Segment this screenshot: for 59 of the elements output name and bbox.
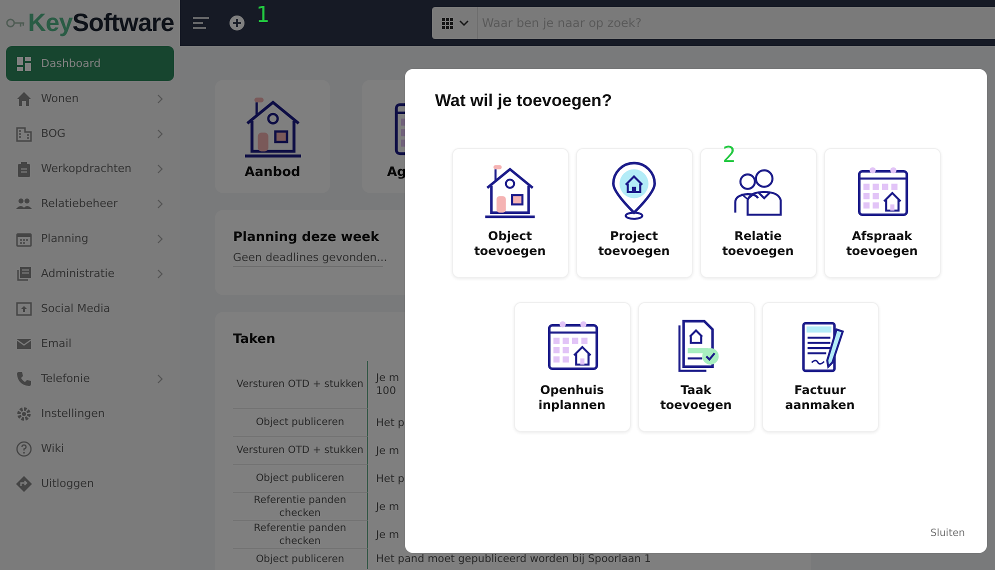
sidebar-item[interactable]: Social Media [6,291,174,326]
option-tile[interactable]: Factuur aanmaken [762,302,878,432]
option-tile[interactable]: Project toevoegen [576,148,692,278]
logout-icon [16,476,32,492]
description-cell-text: Je m [374,528,400,542]
building-icon [16,126,32,142]
shortcut-card[interactable]: Aanbod [215,80,330,193]
description-cell-text: Je m [374,444,400,458]
menu-icon[interactable] [193,17,209,29]
description-cell-text: Je m 100 [374,371,400,399]
add-icon[interactable] [229,15,245,31]
description-cell-text: Het pand moet gepubliceerd worden bij Spoorlaan 1 [375,552,651,566]
calendar-icon [16,230,32,246]
annotation-number: 2 [722,145,736,167]
option-tile[interactable]: Taak toevoegen [638,302,754,432]
description-cell-text: Je m [374,500,400,514]
task-cell: Versturen OTD + stukken [233,437,368,465]
task-cell: Object publiceren [233,465,368,493]
sidebar-item[interactable]: Instellingen [6,396,174,431]
clipboard-icon [16,160,32,176]
sidebar-item[interactable]: Wiki [6,431,174,466]
task-cell: Versturen OTD + stukken [233,361,368,409]
people-icon [16,196,32,212]
dashboard-icon [16,56,32,72]
option-tile[interactable]: Relatie toevoegen 2 [700,148,816,278]
sidebar-item[interactable]: Administratie [6,256,174,291]
sidebar-item[interactable]: Planning [6,221,174,256]
task-cell: Referentie panden checken [233,521,368,549]
card-title: Planning deze week [233,230,380,245]
sidebar-item[interactable]: Relatiebeheer [6,186,174,221]
settings-icon [16,406,32,422]
caret-icon [459,20,469,26]
dialog-title: Wat wil je toevoegen? [435,91,613,111]
card-title: Taken [233,332,276,347]
description-cell-text: Het p [375,416,404,430]
sidebar-item[interactable]: Uitloggen [6,466,174,501]
phone-icon [16,370,32,386]
sidebar-item[interactable]: Wonen [6,81,174,116]
logo: KeySoftware [28,8,174,38]
option-tile[interactable]: Object toevoegen [452,148,568,278]
home-icon [16,90,32,106]
description-cell-text: Het p [375,472,404,486]
option-tile[interactable]: Openhuis inplannen [514,302,630,432]
sidebar-item[interactable]: Werkopdrachten [6,151,174,186]
sidebar-item[interactable]: BOG [6,116,174,151]
help-icon [16,440,32,456]
sidebar-item[interactable]: Telefonie [6,361,174,396]
upload-icon [16,300,32,316]
sidebar-item[interactable]: Email [6,326,174,361]
task-cell: Object publiceren [233,549,368,569]
key-icon [6,16,26,30]
grid-icon [442,18,453,28]
close-button[interactable]: Sluiten [924,527,971,540]
documents-icon [16,266,32,282]
task-cell: Object publiceren [233,409,368,437]
option-tile[interactable]: Afspraak toevoegen [824,148,940,278]
task-cell: Referentie panden checken [233,493,368,521]
sidebar-item[interactable]: Dashboard [6,46,174,81]
annotation-number: 1 [256,5,270,27]
